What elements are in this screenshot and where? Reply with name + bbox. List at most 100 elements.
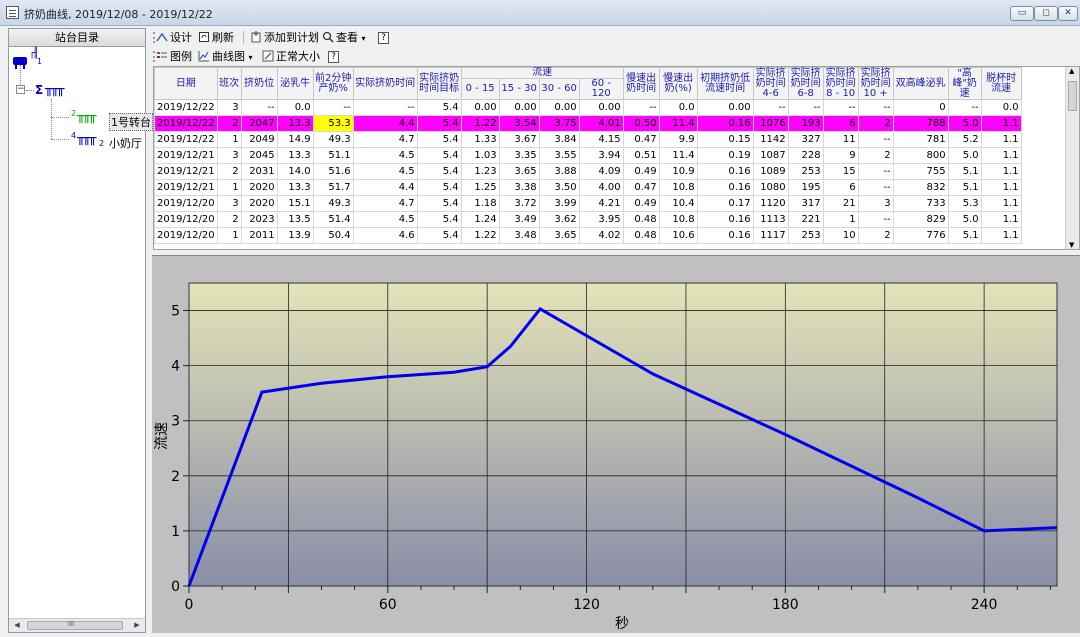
table-cell: 1087	[752, 147, 789, 164]
help-button[interactable]: ?	[378, 32, 389, 44]
table-row[interactable]: 2019/12/20 1 2011 13.9 50.4 4.6 5.4 1.22 3.48 3.6…	[154, 227, 1022, 244]
scroll-down-icon[interactable]: ▼	[1069, 241, 1074, 249]
table-row[interactable]: 2019/12/22 2 2047 13.3 53.3 4.4 5.4 1.22 3.54 3.7…	[154, 115, 1022, 132]
column-header[interactable]: 初期挤奶低流速时间	[696, 67, 754, 100]
cow-herd-icon	[13, 57, 27, 69]
data-grid: 日期 班次 挤奶位 泌乳牛 前2分钟产奶% 实际挤奶时间 实际挤奶时间目标 流速 慢速出奶时间慢…	[154, 67, 1022, 244]
table-cell: 5.0	[947, 211, 982, 228]
scroll-thumb[interactable]: III	[27, 620, 123, 630]
table-cell: 49.3	[312, 131, 354, 148]
column-header[interactable]: 挤奶位	[240, 67, 278, 100]
table-cell: 1.1	[980, 211, 1022, 228]
column-header[interactable]: 脱杯时流速	[980, 67, 1022, 100]
add-to-plan-button[interactable]: 添加到计划	[250, 30, 319, 46]
column-header[interactable]: "高峰"奶速	[947, 67, 982, 100]
x-tick-label: 240	[971, 597, 998, 613]
table-cell: --	[857, 99, 894, 116]
normal-size-button[interactable]: 正常大小	[262, 49, 320, 65]
legend-icon	[157, 52, 167, 58]
column-header[interactable]: 实际挤奶时间10 +	[857, 67, 894, 100]
table-cell: 11.4	[658, 147, 698, 164]
column-header[interactable]: 慢速出奶时间	[622, 67, 660, 100]
column-header[interactable]: 实际挤奶时间4-6	[752, 67, 789, 100]
column-header[interactable]: 实际挤奶时间8 - 10	[822, 67, 859, 100]
minimize-button[interactable]: ▭	[1010, 6, 1034, 21]
column-header[interactable]: 实际挤奶时间目标	[416, 67, 462, 100]
tree-line	[51, 117, 69, 118]
table-cell: --	[622, 99, 660, 116]
table-cell: 10	[822, 227, 859, 244]
table-row[interactable]: 2019/12/20 3 2020 15.1 49.3 4.7 5.4 1.18 3.72 3.9…	[154, 195, 1022, 212]
column-header[interactable]: 慢速出奶(%)	[658, 67, 698, 100]
table-cell: 10.9	[658, 163, 698, 180]
root-label: 1	[37, 57, 43, 66]
table-cell: 5.4	[416, 227, 462, 244]
table-cell: 1.1	[980, 195, 1022, 212]
view-dropdown[interactable]: 查看 ▾	[322, 30, 366, 46]
table-cell: 3	[857, 195, 894, 212]
table-cell: 3.65	[538, 227, 580, 244]
table-cell: 0.15	[696, 131, 754, 148]
table-cell: --	[312, 99, 354, 116]
table-cell: 6	[822, 115, 859, 132]
tree-horizontal-scrollbar[interactable]: ◀ III ▶	[9, 618, 145, 632]
node2-number: 4	[71, 131, 77, 140]
column-header[interactable]: 泌乳牛	[276, 67, 314, 100]
scroll-right-icon[interactable]: ▶	[131, 620, 143, 631]
curve-chart-dropdown[interactable]: 曲线图 ▾	[198, 49, 253, 65]
toolbar-grip	[153, 32, 155, 43]
table-row[interactable]: 2019/12/21 2 2031 14.0 51.6 4.5 5.4 1.23 3.65 3.8…	[154, 163, 1022, 180]
column-header[interactable]: 实际挤奶时间6-8	[787, 67, 824, 100]
table-cell: 327	[787, 131, 824, 148]
table-cell: 2023	[240, 211, 278, 228]
table-cell: 49.3	[312, 195, 354, 212]
table-cell: --	[947, 99, 982, 116]
tree-node-all[interactable]: Σ ╥╥╥	[35, 82, 65, 97]
scroll-left-icon[interactable]: ◀	[11, 620, 23, 631]
table-cell: --	[857, 163, 894, 180]
flow-group-header[interactable]: 流速	[460, 67, 624, 79]
legend-button[interactable]: 图例	[156, 49, 192, 65]
table-cell: 1.25	[460, 179, 500, 196]
milk-flow-chart-panel: 0 1 2 3 4 5 0 60 120 180 240 秒 流速	[152, 255, 1080, 633]
column-header[interactable]: 前2分钟产奶%	[312, 67, 354, 100]
table-cell: 0.19	[696, 147, 754, 164]
column-header[interactable]: 60 - 120	[578, 78, 624, 100]
table-cell: 1.22	[460, 227, 500, 244]
table-cell: 2031	[240, 163, 278, 180]
refresh-button[interactable]: 刷新	[198, 30, 234, 46]
design-button[interactable]: 设计	[156, 30, 192, 46]
table-row[interactable]: 2019/12/22 1 2049 14.9 49.3 4.7 5.4 1.33 3.67 3.8…	[154, 131, 1022, 148]
close-button[interactable]: ✕	[1058, 6, 1078, 21]
tree-expand-toggle[interactable]: −	[16, 85, 25, 94]
table-cell: 4.5	[352, 147, 418, 164]
column-header[interactable]: 15 - 30	[498, 78, 540, 100]
table-cell: 13.3	[276, 147, 314, 164]
column-header[interactable]: 双高峰泌乳	[892, 67, 949, 100]
table-cell: 5.4	[416, 131, 462, 148]
column-header[interactable]: 班次	[216, 67, 242, 100]
scroll-up-icon[interactable]: ▲	[1069, 67, 1074, 75]
table-cell: 3.99	[538, 195, 580, 212]
table-cell: 5.4	[416, 195, 462, 212]
column-header[interactable]: 日期	[154, 67, 218, 100]
table-cell: 1076	[752, 115, 789, 132]
table-cell: 0.51	[622, 147, 660, 164]
column-header[interactable]: 30 - 60	[538, 78, 580, 100]
line-chart-icon	[198, 51, 209, 62]
column-header[interactable]: 0 - 15	[460, 78, 500, 100]
table-cell: 10.6	[658, 227, 698, 244]
table-row[interactable]: 2019/12/21 1 2020 13.3 51.7 4.4 5.4 1.25 3.38 3.5…	[154, 179, 1022, 196]
restore-button[interactable]: ◻	[1034, 6, 1058, 21]
column-header[interactable]: 实际挤奶时间	[352, 67, 418, 100]
table-row[interactable]: 2019/12/22 3 -- 0.0 -- -- 5.4 0.00 0.00 0.00 0.00-…	[154, 99, 1022, 116]
refresh-label: 刷新	[212, 31, 234, 44]
table-cell: 3.48	[498, 227, 540, 244]
table-vertical-scrollbar[interactable]: ▲ ▼	[1065, 67, 1079, 249]
table-row[interactable]: 2019/12/20 2 2023 13.5 51.4 4.5 5.4 1.24 3.49 3.6…	[154, 211, 1022, 228]
help-button[interactable]: ?	[328, 51, 339, 63]
table-row[interactable]: 2019/12/21 3 2045 13.3 51.1 4.5 5.4 1.03 3.35 3.5…	[154, 147, 1022, 164]
table-scroll-thumb[interactable]	[1068, 81, 1077, 111]
tree-line	[20, 65, 21, 85]
table-cell: 1.1	[980, 179, 1022, 196]
